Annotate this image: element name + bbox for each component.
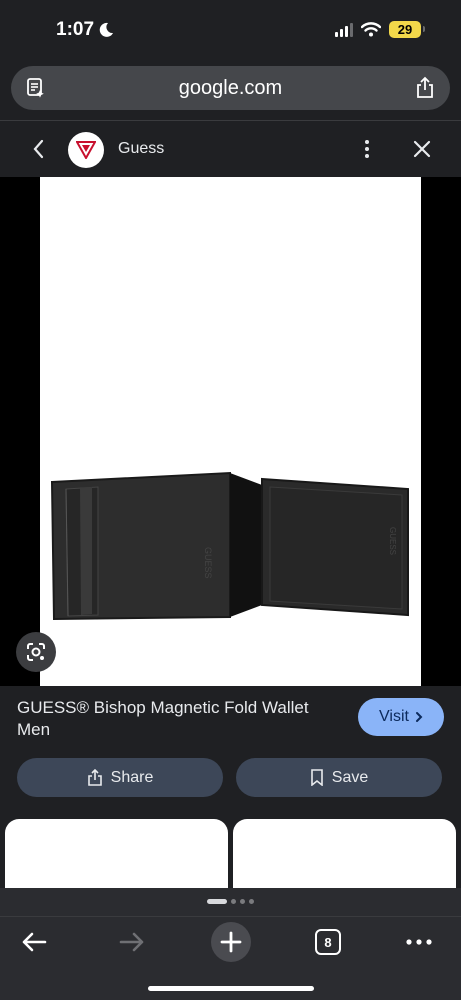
arrow-right-icon: [119, 932, 144, 952]
product-image[interactable]: GUESS GUESS: [40, 177, 421, 686]
wifi-icon: [361, 22, 381, 37]
related-result-card[interactable]: [5, 819, 228, 894]
more-vert-icon[interactable]: [363, 138, 371, 160]
url-text: google.com: [178, 77, 283, 99]
source-name[interactable]: Guess: [118, 140, 164, 158]
status-icons: 29: [335, 21, 425, 38]
triangle-logo-icon: [76, 141, 96, 159]
svg-text:GUESS: GUESS: [203, 547, 213, 579]
back-button[interactable]: [18, 926, 50, 958]
share-button[interactable]: Share: [17, 758, 223, 797]
product-title[interactable]: GUESS® Bishop Magnetic Fold Wallet Men: [17, 697, 337, 741]
more-horiz-icon: [406, 939, 432, 945]
chevron-left-icon[interactable]: [30, 138, 48, 160]
related-result-card[interactable]: [233, 819, 456, 894]
source-header: Guess: [0, 121, 461, 177]
share-icon: [87, 768, 102, 786]
new-tab-button[interactable]: [211, 922, 251, 962]
plus-icon: [220, 931, 242, 953]
moon-icon: [99, 22, 114, 37]
tab-count: 8: [315, 929, 341, 955]
chevron-right-icon: [415, 712, 423, 722]
address-bar[interactable]: google.com: [11, 66, 450, 110]
tab-switcher-button[interactable]: 8: [312, 926, 344, 958]
image-viewer[interactable]: GUESS GUESS: [0, 177, 461, 686]
divider: [0, 916, 461, 917]
close-icon[interactable]: [412, 139, 432, 159]
more-menu-button[interactable]: [403, 926, 435, 958]
arrow-left-icon: [22, 932, 47, 952]
share-label: Share: [110, 768, 154, 786]
bookmark-icon: [310, 769, 323, 786]
cellular-signal-icon: [335, 22, 353, 37]
lens-search-button[interactable]: [16, 632, 56, 672]
status-time: 1:07: [56, 19, 114, 41]
visit-button[interactable]: Visit: [358, 698, 444, 736]
forward-button[interactable]: [116, 926, 148, 958]
home-indicator: [148, 986, 314, 991]
svg-text:GUESS: GUESS: [388, 527, 397, 555]
status-bar: 1:07 29: [0, 0, 461, 62]
time-text: 1:07: [56, 19, 95, 40]
save-label: Save: [331, 768, 369, 786]
guess-logo[interactable]: [68, 132, 104, 168]
battery-icon: 29: [389, 21, 425, 38]
share-page-icon[interactable]: [414, 76, 436, 100]
bottom-toolbar: 8: [0, 888, 461, 1000]
battery-level: 29: [397, 22, 413, 37]
wallet-illustration: GUESS GUESS: [50, 471, 409, 621]
page-indicator: [0, 899, 461, 904]
save-button[interactable]: Save: [236, 758, 442, 797]
google-lens-icon: [27, 643, 45, 661]
visit-label: Visit: [379, 708, 409, 725]
